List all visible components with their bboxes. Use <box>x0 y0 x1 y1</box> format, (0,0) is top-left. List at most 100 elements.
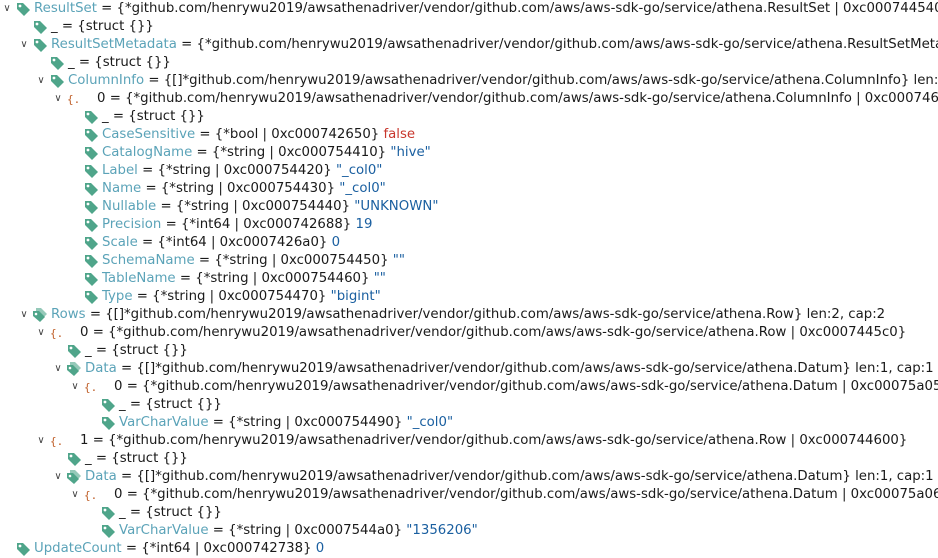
variable-name: Precision <box>102 217 162 232</box>
variable-name: _ <box>102 109 109 124</box>
chevron-down-icon[interactable]: ∨ <box>0 1 14 17</box>
tree-row-text: Scale = {*int64 | 0xc0007426a0} 0 <box>102 234 340 252</box>
variable-name: Label <box>102 163 138 178</box>
variable-value: {*github.com/henrywu2019/awsathenadriver… <box>116 1 938 16</box>
variable-value: {[]*github.com/henrywu2019/awsathenadriv… <box>136 469 934 484</box>
chevron-down-icon[interactable]: ∨ <box>34 325 48 341</box>
tree-row-text: 0 = {*github.com/henrywu2019/awsathenadr… <box>97 90 938 108</box>
tree-row-text: _ = {struct {}} <box>68 54 171 72</box>
tag-icon <box>50 74 65 88</box>
variable-display-value: "" <box>373 271 386 286</box>
variable-value: {struct {}} <box>77 19 154 34</box>
tag-icon <box>50 56 65 70</box>
chevron-down-icon[interactable]: ∨ <box>51 469 65 485</box>
tag-icon <box>84 236 99 250</box>
tag-icon <box>67 452 82 466</box>
tag-icon <box>101 524 116 538</box>
array-element-icon: {..} <box>67 92 93 106</box>
tags-icon <box>67 362 82 376</box>
tag-icon <box>16 542 31 556</box>
separator: = <box>192 145 212 160</box>
variable-name: ResultSet <box>34 1 97 16</box>
tree-row-text: CaseSensitive = {*bool | 0xc000742650} f… <box>102 126 415 144</box>
tags-icon <box>67 470 82 484</box>
svg-text:{..}: {..} <box>67 93 82 106</box>
tree-row-text: ResultSetMetadata = {*github.com/henrywu… <box>51 36 938 54</box>
variable-display-value: 19 <box>355 217 373 232</box>
tag-icon <box>101 398 116 412</box>
separator: = <box>88 433 109 448</box>
separator: = <box>141 181 161 196</box>
variable-value: {*github.com/henrywu2019/awsathenadriver… <box>196 37 938 52</box>
tree-row-text: VarCharValue = {*string | 0xc000754490} … <box>119 414 453 432</box>
chevron-down-icon[interactable]: ∨ <box>17 307 31 323</box>
variable-value: {[]*github.com/henrywu2019/awsathenadriv… <box>136 361 934 376</box>
variable-value: {*string | 0xc000754420} <box>157 163 336 178</box>
tree-row-text: _ = {struct {}} <box>119 396 222 414</box>
variable-name: _ <box>85 343 92 358</box>
variable-value: {*bool | 0xc000742650} <box>214 127 384 142</box>
variable-value: {*string | 0xc000754470} <box>152 289 331 304</box>
separator: = <box>195 127 215 142</box>
chevron-down-icon[interactable]: ∨ <box>51 91 65 107</box>
tag-icon <box>84 110 99 124</box>
variable-name: _ <box>119 505 126 520</box>
array-element-icon: {..} <box>84 380 110 394</box>
tree-row-text: _ = {struct {}} <box>51 18 154 36</box>
variable-value: {*int64 | 0xc000742688} <box>180 217 356 232</box>
tree-row-text: TableName = {*string | 0xc000754460} "" <box>102 270 386 288</box>
tree-row-text: Precision = {*int64 | 0xc000742688} 19 <box>102 216 372 234</box>
variable-name: Nullable <box>102 199 157 214</box>
variable-value: {struct {}} <box>145 505 222 520</box>
variable-name: ColumnInfo <box>68 73 145 88</box>
tag-icon <box>84 290 99 304</box>
tag-icon <box>84 182 99 196</box>
variable-name: VarCharValue <box>119 415 209 430</box>
separator: = <box>137 235 158 250</box>
variable-name: Data <box>85 469 117 484</box>
variable-value: {[]*github.com/henrywu2019/awsathenadriv… <box>163 73 938 88</box>
tree-row-text: ResultSet = {*github.com/henrywu2019/aws… <box>34 0 938 18</box>
separator: = <box>125 505 146 520</box>
tag-icon <box>84 272 99 286</box>
chevron-down-icon[interactable]: ∨ <box>68 487 82 503</box>
tag-icon <box>101 416 116 430</box>
chevron-down-icon[interactable]: ∨ <box>51 361 65 377</box>
variable-value: {*github.com/henrywu2019/awsathenadriver… <box>142 487 938 502</box>
variable-value: {*int64 | 0xc000742738} <box>141 541 316 556</box>
tree-row-text: Data = {[]*github.com/henrywu2019/awsath… <box>85 468 934 486</box>
debugger-variables-tree: ∨ ResultSet = {*github.com/henrywu2019/aw… <box>0 0 938 558</box>
tag-icon <box>101 506 116 520</box>
tree-row-text: VarCharValue = {*string | 0xc0007544a0} … <box>119 522 478 540</box>
chevron-down-icon[interactable]: ∨ <box>34 73 48 89</box>
variable-display-value: "" <box>392 253 405 268</box>
separator: = <box>121 541 142 556</box>
tag-icon <box>33 38 48 52</box>
separator: = <box>105 91 126 106</box>
variable-value: {[]*github.com/henrywu2019/awsathenadriv… <box>105 307 886 322</box>
separator: = <box>122 379 143 394</box>
variable-value: {struct {}} <box>145 397 222 412</box>
separator: = <box>137 163 158 178</box>
tree-row-text: _ = {struct {}} <box>119 504 222 522</box>
variable-value: {*string | 0xc000754450} <box>214 253 393 268</box>
variable-name: _ <box>51 19 58 34</box>
chevron-down-icon[interactable]: ∨ <box>68 379 82 395</box>
variable-display-value: "_col0" <box>339 181 386 196</box>
variable-name: VarCharValue <box>119 523 209 538</box>
chevron-down-icon[interactable]: ∨ <box>17 37 31 53</box>
chevron-down-icon[interactable]: ∨ <box>34 433 48 449</box>
array-element-icon: {..} <box>50 326 76 340</box>
separator: = <box>156 199 176 214</box>
tag-icon <box>84 254 99 268</box>
variable-name: TableName <box>102 271 176 286</box>
array-element-icon: {..} <box>50 434 76 448</box>
variable-value: {*string | 0xc000754460} <box>195 271 374 286</box>
variable-display-value: 0 <box>331 235 341 250</box>
tree-row-text: Name = {*string | 0xc000754430} "_col0" <box>102 180 386 198</box>
variable-name: UpdateCount <box>34 541 122 556</box>
separator: = <box>208 415 229 430</box>
separator: = <box>122 487 143 502</box>
tag-icon <box>84 200 99 214</box>
variable-name: CaseSensitive <box>102 127 196 142</box>
